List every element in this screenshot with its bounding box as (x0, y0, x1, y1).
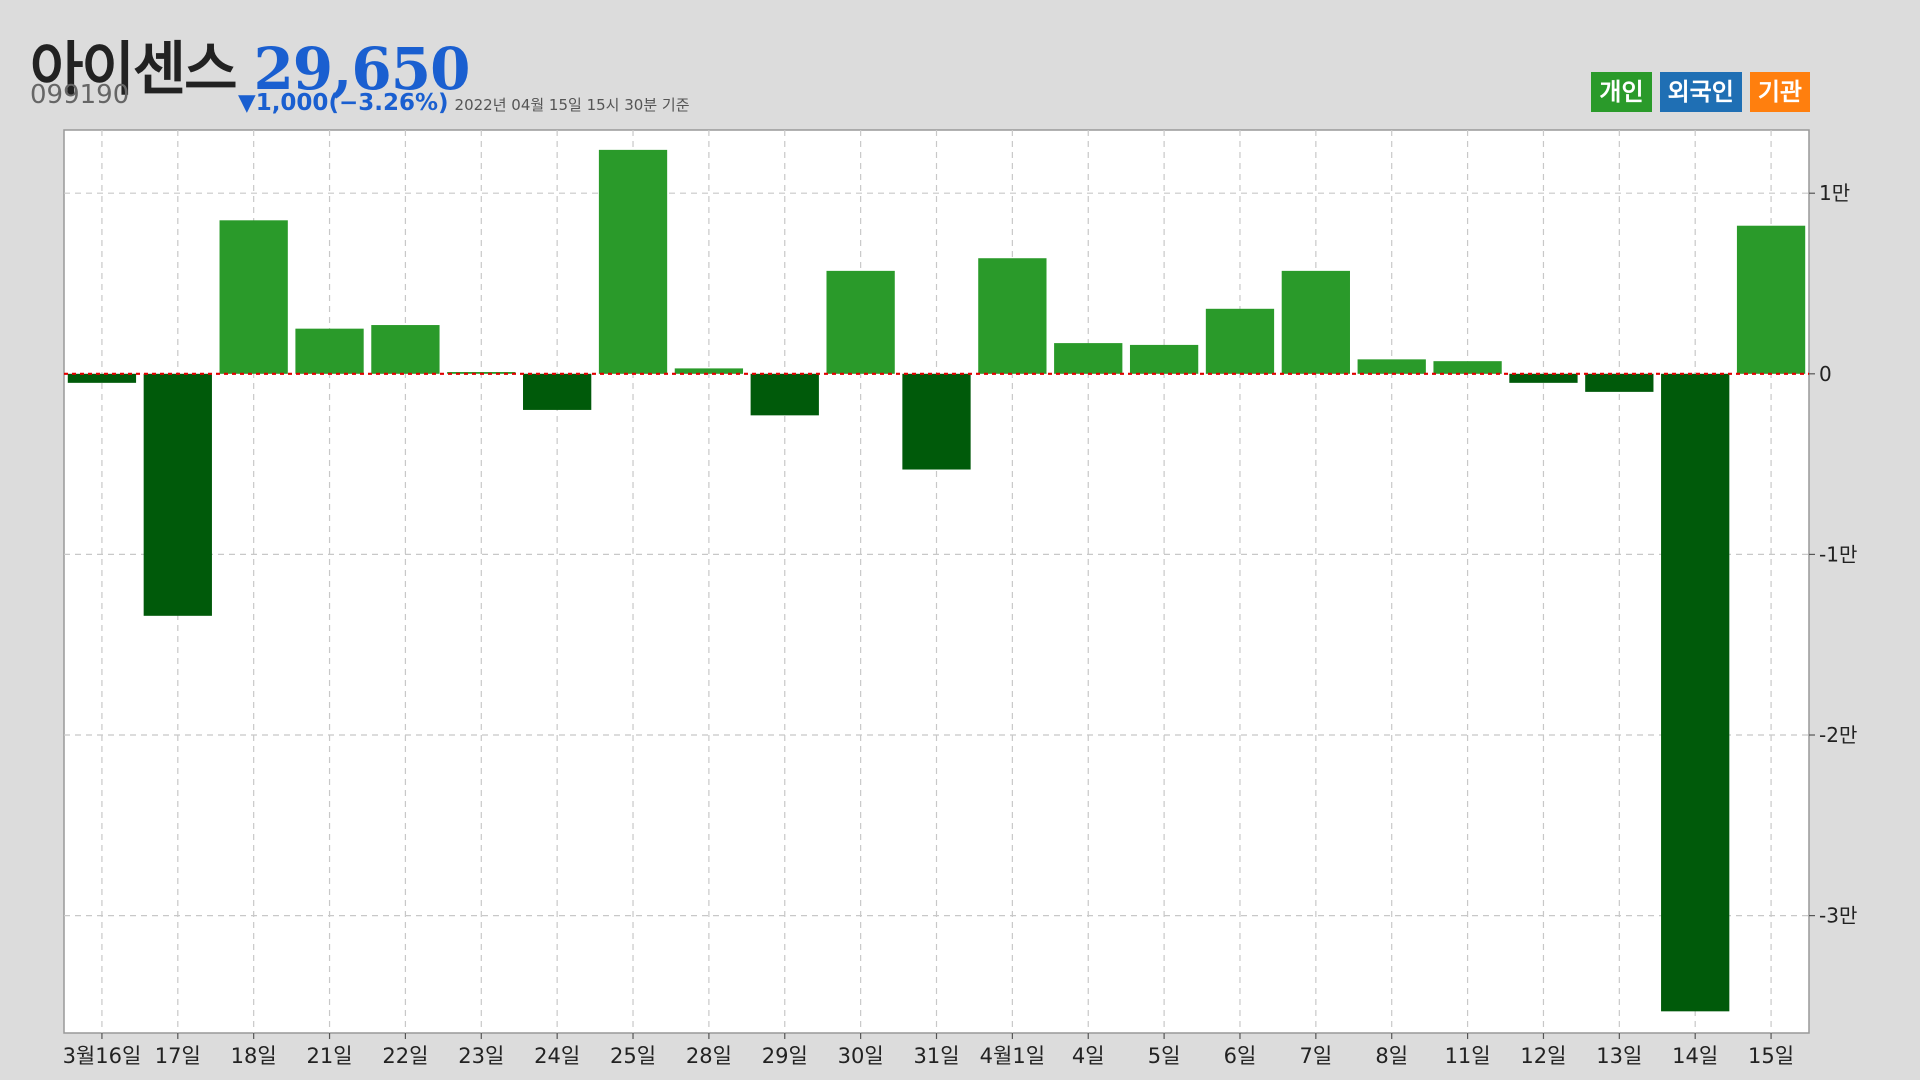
x-tick-label: 18일 (231, 1044, 277, 1068)
y-tick-label: 1만 (1819, 181, 1850, 205)
x-tick-label: 14일 (1672, 1044, 1718, 1068)
x-tick-label: 8일 (1375, 1044, 1408, 1068)
x-axis: 3월16일 17일 18일 21일 22일 23일 24일 25일 28일 29일 30일 31일 4월… (63, 1033, 1794, 1068)
bar (371, 325, 440, 374)
bar (1054, 343, 1123, 374)
bar (826, 270, 895, 374)
bar (523, 373, 592, 410)
bar (1736, 225, 1806, 374)
bar (674, 368, 744, 374)
bar (902, 373, 971, 470)
x-tick-label: 6일 (1224, 1044, 1257, 1068)
bar (143, 373, 212, 616)
bar (1509, 373, 1578, 383)
bar (1281, 270, 1350, 374)
y-axis: 1만 0 -1만 -2만 -3만 (1809, 181, 1857, 928)
x-tick-label: 28일 (686, 1044, 732, 1068)
x-tick-label: 11일 (1445, 1044, 1491, 1068)
x-tick-label: 24일 (534, 1044, 580, 1068)
bar (1585, 373, 1654, 392)
bar (219, 220, 288, 374)
investor-bar-chart: 1만 0 -1만 -2만 -3만 3월16일 17일 18일 21일 22일 23일 24일 25일 2… (63, 129, 1857, 1068)
bar (598, 149, 668, 374)
x-tick-label: 12일 (1520, 1044, 1566, 1068)
bar (67, 373, 137, 383)
y-tick-label: -2만 (1819, 723, 1857, 747)
y-tick-label: 0 (1819, 362, 1832, 386)
x-tick-label: 13일 (1596, 1044, 1642, 1068)
bar (978, 258, 1047, 374)
y-tick-label: -3만 (1819, 904, 1857, 928)
x-tick-label: 25일 (610, 1044, 656, 1068)
x-tick-label: 7일 (1300, 1044, 1333, 1068)
x-tick-label: 21일 (307, 1044, 353, 1068)
bar (1433, 361, 1502, 374)
x-tick-label: 15일 (1748, 1044, 1794, 1068)
bar (1205, 308, 1275, 374)
x-tick-label: 4월1일 (980, 1044, 1045, 1068)
x-tick-label: 30일 (838, 1044, 884, 1068)
x-tick-label: 3월16일 (63, 1044, 142, 1068)
bar (1129, 344, 1199, 374)
x-tick-label: 29일 (762, 1044, 808, 1068)
bar (1661, 373, 1730, 1012)
bar (295, 328, 364, 374)
x-tick-label: 23일 (458, 1044, 504, 1068)
x-tick-label: 5일 (1148, 1044, 1181, 1068)
bar (750, 373, 819, 416)
y-tick-label: -1만 (1819, 542, 1857, 566)
bar (1357, 359, 1426, 374)
x-tick-label: 4일 (1072, 1044, 1105, 1068)
x-tick-label: 31일 (913, 1044, 959, 1068)
x-tick-label: 17일 (155, 1044, 201, 1068)
x-tick-label: 22일 (382, 1044, 428, 1068)
